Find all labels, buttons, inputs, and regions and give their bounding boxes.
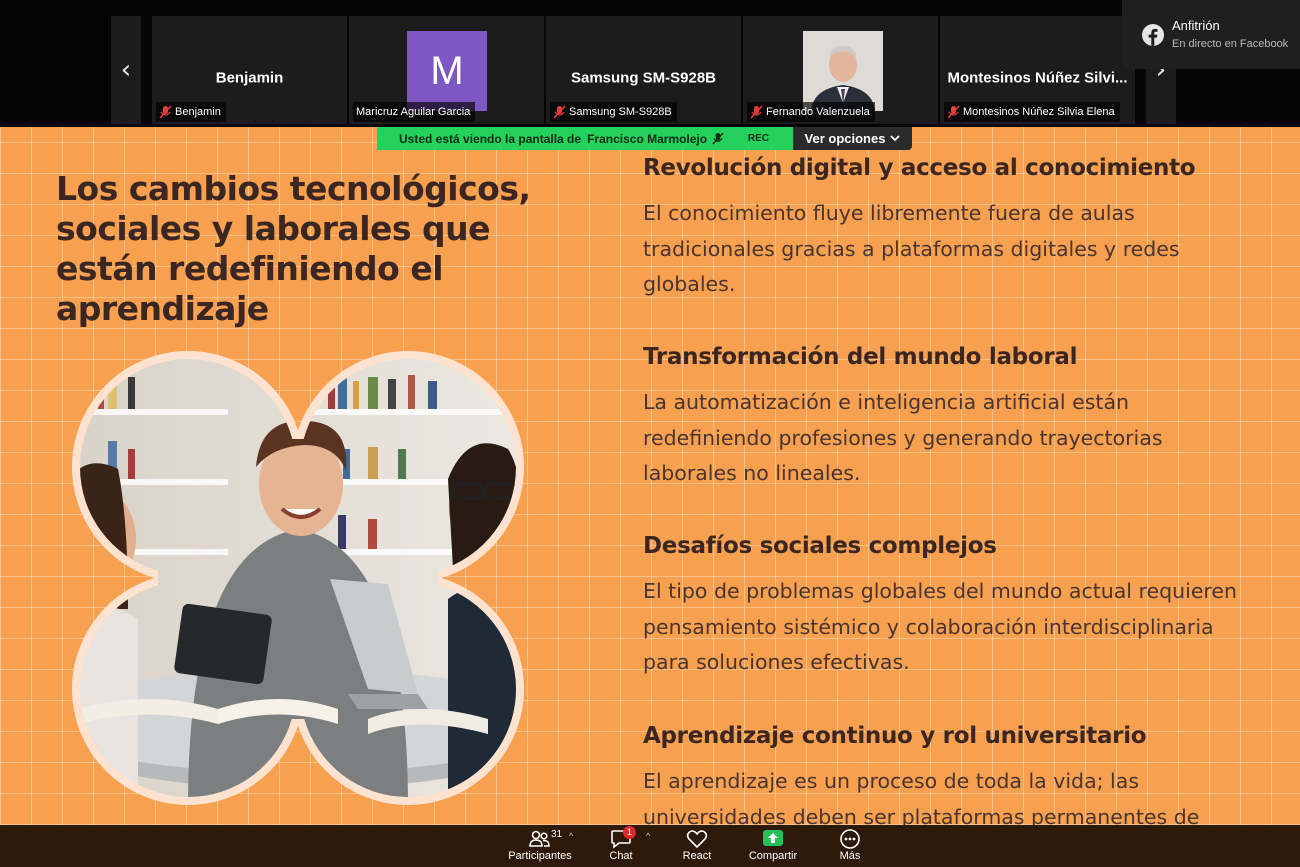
heart-icon: [686, 830, 708, 849]
section-body: La automatización e inteligencia artific…: [643, 390, 1163, 485]
participant-display-name: Montesinos Núñez Silvi...: [947, 69, 1128, 87]
share-label: Compartir: [748, 850, 798, 862]
chat-label: Chat: [609, 850, 633, 862]
facebook-icon: [1142, 24, 1164, 46]
participant-label: Benjamin: [156, 102, 226, 122]
screen-share-banner: Usted está viendo la pantalla de Francis…: [377, 127, 793, 150]
caret-up-icon[interactable]: ^: [569, 831, 573, 841]
participant-count: 31: [551, 829, 563, 840]
more-label: Más: [839, 850, 861, 862]
clover-photo-frame: [72, 351, 524, 805]
participant-label-text: Fernando Valenzuela: [766, 106, 870, 118]
live-status-text: En directo en Facebook: [1172, 38, 1289, 50]
chevron-down-icon: [890, 135, 901, 142]
share-banner-text: Usted está viendo la pantalla de: [399, 131, 582, 146]
section-heading: Desafíos sociales complejos: [643, 533, 997, 559]
participant-label: Maricruz Aguilar Garcia: [353, 102, 476, 122]
participant-label: Montesinos Núñez Silvia Elena: [944, 102, 1120, 122]
mic-muted-icon: [712, 132, 724, 145]
caret-up-icon[interactable]: ^: [646, 831, 650, 841]
slide-title: Los cambios tecnológicos, sociales y lab…: [56, 169, 531, 328]
participant-tile[interactable]: Samsung SM-S928B Samsung SM-S928B: [546, 16, 741, 124]
shared-screen-slide: Los cambios tecnológicos, sociales y lab…: [0, 127, 1300, 825]
chevron-left-icon[interactable]: ‹: [111, 16, 141, 124]
mic-muted-icon: [750, 105, 763, 119]
meeting-toolbar: 31 ^ Participantes 1 ^ Chat React Compar…: [0, 825, 1300, 867]
mic-muted-icon: [159, 105, 172, 119]
participant-tile[interactable]: Benjamin Benjamin: [152, 16, 347, 124]
react-label: React: [682, 850, 712, 862]
participant-tile[interactable]: Fernando Valenzuela: [743, 16, 938, 124]
share-screen-icon: [763, 830, 783, 846]
section-heading: Revolución digital y acceso al conocimie…: [643, 155, 1196, 181]
participant-tile[interactable]: M Maricruz Aguilar Garcia: [349, 16, 544, 124]
chat-unread-badge: 1: [623, 826, 636, 839]
react-button[interactable]: React: [676, 825, 718, 867]
participant-strip: ‹ Benjamin Benjamin M Maricruz Aguilar G…: [0, 0, 1300, 127]
view-options-label: Ver opciones: [804, 131, 886, 146]
section-heading: Aprendizaje continuo y rol universitario: [643, 723, 1147, 749]
participant-label-text: Montesinos Núñez Silvia Elena: [963, 106, 1115, 118]
mic-muted-icon: [553, 105, 566, 119]
participant-label-text: Benjamin: [175, 106, 221, 118]
participants-label: Participantes: [508, 850, 572, 862]
participant-display-name: Samsung SM-S928B: [570, 69, 717, 87]
mic-muted-icon: [947, 105, 960, 119]
more-button[interactable]: Más: [830, 825, 870, 867]
chat-button[interactable]: 1 ^ Chat: [600, 825, 650, 867]
facebook-live-status[interactable]: Anfitrión En directo en Facebook: [1122, 0, 1300, 69]
participant-label-text: Maricruz Aguilar Garcia: [356, 106, 471, 118]
avatar: M: [407, 31, 487, 111]
participant-label: Fernando Valenzuela: [747, 102, 875, 122]
section-heading: Transformación del mundo laboral: [643, 344, 1078, 370]
participant-tile[interactable]: Montesinos Núñez Silvi... Montesinos Núñ…: [940, 16, 1135, 124]
participants-icon: [529, 830, 550, 847]
person-photo-icon: [803, 31, 883, 111]
section-body: El aprendizaje es un proceso de toda la …: [643, 769, 1200, 825]
more-icon: [840, 829, 860, 849]
presenter-name: Francisco Marmolejo: [587, 131, 708, 146]
recording-indicator: REC: [747, 133, 769, 144]
section-body: El tipo de problemas globales del mundo …: [643, 579, 1238, 674]
host-label: Anfitrión: [1172, 18, 1220, 33]
participant-display-name: Benjamin: [215, 69, 284, 87]
participant-label: Samsung SM-S928B: [550, 102, 677, 122]
participant-label-text: Samsung SM-S928B: [569, 106, 672, 118]
avatar: [803, 31, 883, 111]
students-photo: [68, 349, 528, 807]
section-body: El conocimiento fluye libremente fuera d…: [643, 201, 1180, 296]
view-options-button[interactable]: Ver opciones: [793, 127, 912, 150]
share-screen-button[interactable]: Compartir: [742, 825, 804, 867]
participants-button[interactable]: 31 ^ Participantes: [503, 825, 577, 867]
